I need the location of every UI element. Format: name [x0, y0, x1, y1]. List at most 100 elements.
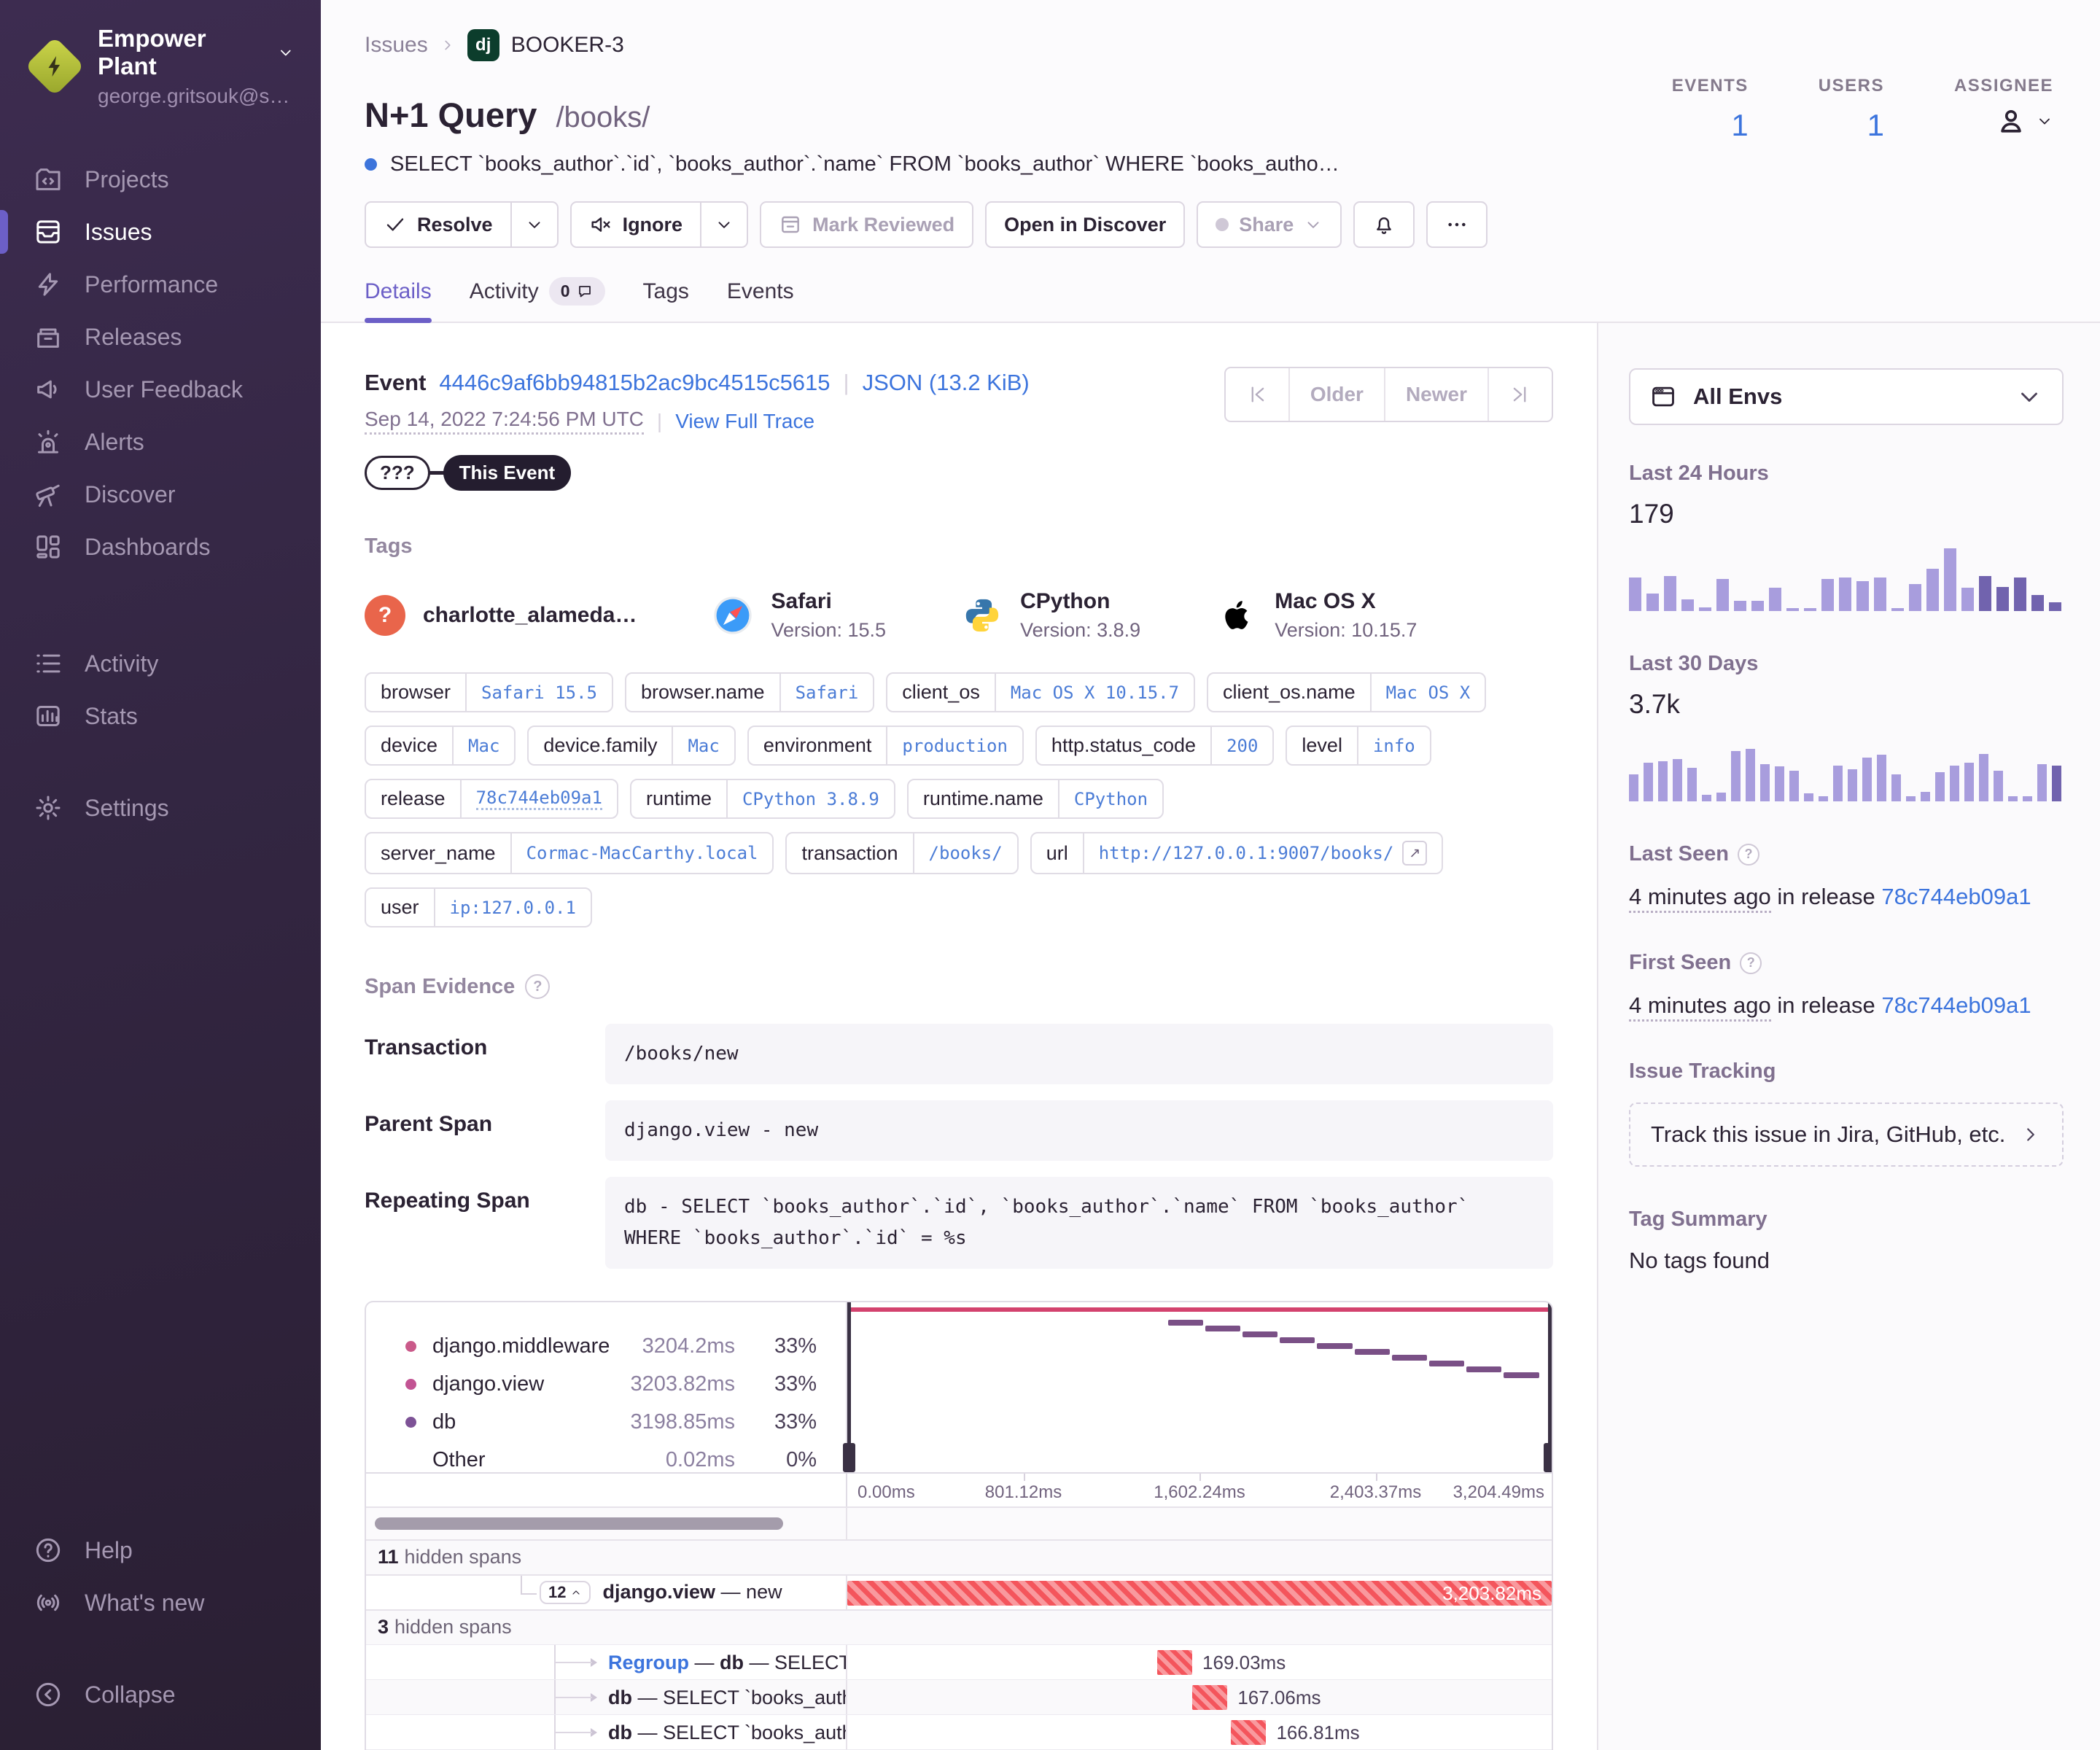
- help-icon[interactable]: ?: [525, 974, 551, 999]
- tag-value[interactable]: http://127.0.0.1:9007/books/↗: [1082, 833, 1442, 873]
- span-row[interactable]: Regroup — db — SELECT `books_author`.`id…: [366, 1644, 1552, 1679]
- last-seen-release-link[interactable]: 78c744eb09a1: [1881, 884, 2031, 909]
- sidebar-item-stats[interactable]: Stats: [0, 690, 321, 742]
- help-icon[interactable]: ?: [1738, 843, 1759, 866]
- first-seen-ago[interactable]: 4 minutes ago: [1629, 992, 1771, 1022]
- tag-pill-transaction: transaction/books/: [785, 832, 1019, 874]
- org-switcher[interactable]: Empower Plant george.gritsouk@s…: [0, 25, 321, 108]
- sidebar-item-alerts[interactable]: Alerts: [0, 416, 321, 468]
- tag-value[interactable]: Mac: [452, 727, 514, 764]
- oldest-event-button[interactable]: [1226, 368, 1288, 421]
- sidebar-item-projects[interactable]: Projects: [0, 153, 321, 206]
- environment-select[interactable]: All Envs: [1629, 368, 2064, 425]
- tag-value[interactable]: CPython: [1057, 780, 1162, 817]
- tab-events[interactable]: Events: [727, 277, 794, 322]
- sidebar-item-collapse[interactable]: Collapse: [0, 1668, 321, 1721]
- events-count[interactable]: 1: [1731, 108, 1748, 142]
- last-seen-ago[interactable]: 4 minutes ago: [1629, 884, 1771, 913]
- tag-avatar-cpython[interactable]: CPython Version: 3.8.9: [962, 589, 1140, 642]
- whatsnew-icon: [36, 1594, 60, 1611]
- event-json-link[interactable]: JSON (13.2 KiB): [863, 370, 1030, 396]
- legend-dot: [405, 1416, 416, 1428]
- tag-value[interactable]: production: [886, 727, 1022, 764]
- newer-event-button[interactable]: Newer: [1383, 368, 1488, 421]
- resolve-button[interactable]: Resolve: [365, 201, 559, 248]
- subscribe-button[interactable]: [1353, 201, 1415, 248]
- waterfall-minimap[interactable]: [843, 1302, 1552, 1472]
- evidence-row-repeating-span: Repeating Span db - SELECT `books_author`…: [365, 1176, 1553, 1269]
- tab-tags[interactable]: Tags: [643, 277, 689, 322]
- users-count[interactable]: 1: [1867, 108, 1884, 142]
- mark-reviewed-button[interactable]: Mark Reviewed: [760, 201, 974, 248]
- sidebar-item-help[interactable]: Help: [0, 1524, 321, 1576]
- last-24h-chart: [1629, 547, 2064, 611]
- histogram-bar: [1804, 793, 1813, 801]
- hidden-spans-row[interactable]: 11 hidden spans: [366, 1539, 1552, 1574]
- tag-avatar-charlotte-alameda-[interactable]: ? charlotte_alameda…: [365, 595, 637, 636]
- older-event-button[interactable]: Older: [1288, 368, 1384, 421]
- sidebar-item-label: Activity: [85, 650, 159, 677]
- ignore-dropdown[interactable]: [700, 203, 747, 246]
- histogram-bar: [1935, 771, 1945, 801]
- histogram-bar: [1699, 607, 1711, 611]
- tag-pill-http-status-code: http.status_code 200: [1035, 726, 1275, 766]
- event-timestamp[interactable]: Sep 14, 2022 7:24:56 PM UTC: [365, 408, 644, 435]
- histogram-bar: [1746, 748, 1755, 801]
- tag-avatar-safari[interactable]: Safari Version: 15.5: [712, 589, 886, 642]
- tag-value[interactable]: ip:127.0.0.1: [433, 889, 591, 926]
- tag-value[interactable]: Safari: [779, 674, 874, 711]
- histogram-bar: [1944, 548, 1956, 611]
- span-row[interactable]: db — SELECT `books_author`.`id`, `books_…: [366, 1679, 1552, 1714]
- tag-value[interactable]: info: [1356, 727, 1430, 764]
- view-full-trace-link[interactable]: View Full Trace: [675, 410, 814, 433]
- sidebar-item-discover[interactable]: Discover: [0, 468, 321, 521]
- first-seen-release-link[interactable]: 78c744eb09a1: [1881, 992, 2031, 1018]
- hidden-spans-row[interactable]: 3 hidden spans: [366, 1609, 1552, 1644]
- sidebar-item-user-feedback[interactable]: User Feedback: [0, 363, 321, 416]
- parent-span-row[interactable]: 12 django.view — new 3,203.82ms: [366, 1574, 1552, 1609]
- sidebar-item-releases[interactable]: Releases: [0, 311, 321, 363]
- tag-value[interactable]: Mac OS X 10.15.7: [994, 674, 1194, 711]
- stats-icon: [36, 706, 60, 726]
- share-button[interactable]: Share: [1197, 201, 1342, 248]
- tag-value[interactable]: 78c744eb09a1: [459, 780, 617, 817]
- span-evidence-heading: Span Evidence: [365, 974, 516, 998]
- more-actions-button[interactable]: [1426, 201, 1488, 248]
- resolve-dropdown[interactable]: [510, 203, 557, 246]
- skip-last-button[interactable]: [1488, 368, 1552, 421]
- minimap-right-handle[interactable]: [1544, 1302, 1552, 1472]
- ignore-button[interactable]: Ignore: [569, 201, 749, 248]
- external-link-icon[interactable]: ↗: [1402, 841, 1428, 866]
- tag-key: user: [381, 896, 419, 918]
- minimap-left-handle[interactable]: [843, 1302, 855, 1472]
- activity-icon: [36, 654, 61, 673]
- tag-key: http.status_code: [1051, 734, 1197, 756]
- sidebar-item-performance[interactable]: Performance: [0, 258, 321, 311]
- tag-value[interactable]: Mac OS X: [1369, 674, 1485, 711]
- tag-avatar-mac-os-x[interactable]: Mac OS X Version: 10.15.7: [1216, 589, 1417, 642]
- open-in-discover-button[interactable]: Open in Discover: [985, 201, 1186, 248]
- tab-details[interactable]: Details: [365, 277, 432, 323]
- sidebar-item-dashboards[interactable]: Dashboards: [0, 521, 321, 573]
- tag-value[interactable]: 200: [1210, 727, 1272, 764]
- breadcrumb-issues[interactable]: Issues: [365, 33, 428, 58]
- tag-value[interactable]: /books/: [912, 833, 1017, 873]
- collapse-span-group-button[interactable]: 12: [540, 1580, 591, 1604]
- sidebar-item-what-s-new[interactable]: What's new: [0, 1576, 321, 1629]
- help-icon[interactable]: ?: [1740, 952, 1762, 974]
- tab-activity[interactable]: Activity 0: [470, 277, 605, 322]
- tag-value[interactable]: Safari 15.5: [465, 674, 612, 711]
- span-row[interactable]: db — SELECT `books_author`.`id`, `books_…: [366, 1714, 1552, 1749]
- horizontal-scrollbar[interactable]: [375, 1517, 783, 1530]
- sidebar-item-settings[interactable]: Settings: [0, 782, 321, 834]
- tag-value[interactable]: Cormac-MacCarthy.local: [510, 833, 773, 873]
- regroup-link[interactable]: Regroup: [608, 1652, 689, 1673]
- tag-value[interactable]: CPython 3.8.9: [726, 780, 894, 817]
- track-issue-button[interactable]: Track this issue in Jira, GitHub, etc.: [1629, 1102, 2064, 1167]
- assignee-selector[interactable]: [1954, 105, 2053, 137]
- sidebar-item-activity[interactable]: Activity: [0, 637, 321, 690]
- sidebar-item-issues[interactable]: Issues: [0, 206, 321, 258]
- tag-value[interactable]: Mac: [672, 727, 734, 764]
- event-id-link[interactable]: 4446c9af6bb94815b2ac9bc4515c5615: [439, 370, 830, 396]
- minimap-span-dash: [1280, 1337, 1315, 1343]
